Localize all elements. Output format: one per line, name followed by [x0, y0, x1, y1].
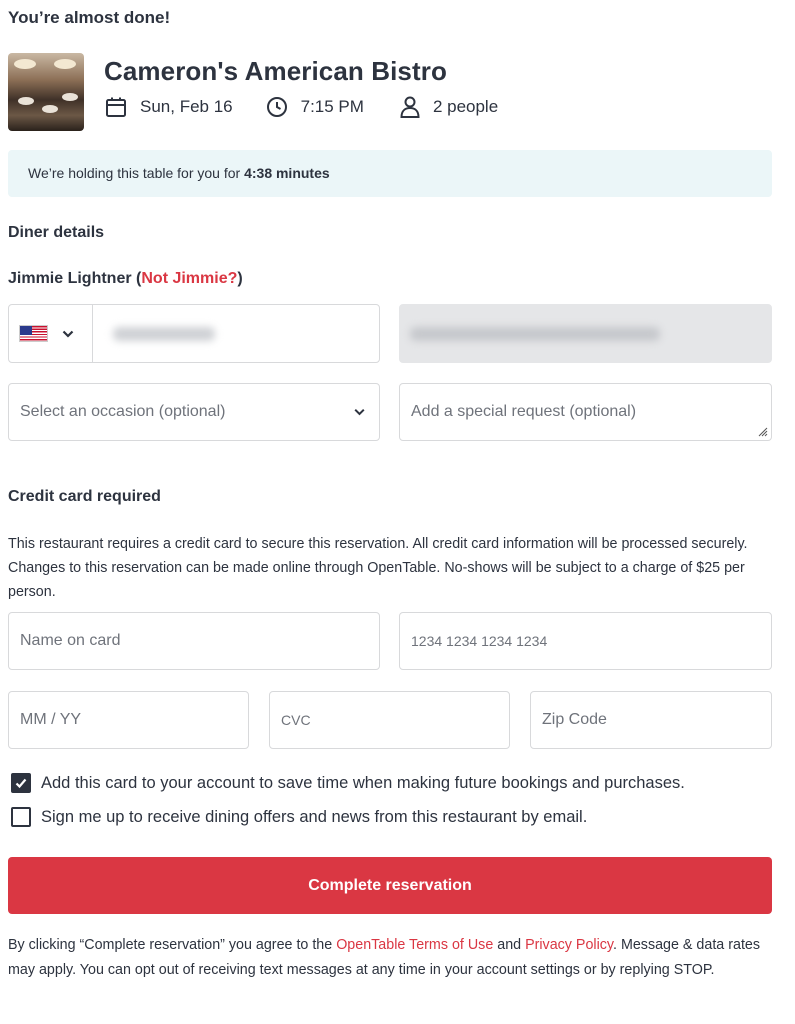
occasion-placeholder: Select an occasion (optional) — [20, 403, 226, 420]
phone-country-select[interactable] — [9, 305, 93, 362]
email-value-redacted — [410, 327, 660, 341]
person-icon — [400, 96, 420, 118]
photo-detail — [62, 93, 78, 101]
hold-timer-banner: We’re holding this table for you for 4:3… — [8, 150, 772, 197]
us-flag-icon — [19, 325, 48, 342]
party-size-text: 2 people — [432, 97, 499, 116]
diner-details-title: Diner details — [8, 224, 105, 241]
photo-detail — [14, 59, 36, 69]
clock-icon — [266, 97, 287, 117]
resize-grip-icon[interactable] — [758, 427, 768, 437]
legal-text: By clicking “Complete reservation” you a… — [8, 933, 783, 983]
phone-field[interactable] — [8, 304, 380, 363]
cvc-input[interactable]: CVC — [269, 691, 510, 749]
legal-part1: By clicking “Complete reservation” you a… — [8, 937, 337, 953]
offers-option[interactable]: Sign me up to receive dining offers and … — [11, 807, 587, 827]
complete-reservation-button[interactable]: Complete reservation — [8, 857, 772, 914]
email-field — [399, 304, 772, 363]
terms-of-use-link[interactable]: OpenTable Terms of Use — [336, 937, 493, 953]
not-you-link[interactable]: Not Jimmie? — [141, 270, 237, 287]
zip-code-input[interactable]: Zip Code — [530, 691, 772, 749]
restaurant-name: Cameron's American Bistro — [104, 56, 447, 86]
save-card-option[interactable]: Add this card to your account to save ti… — [11, 773, 685, 793]
hold-banner-text: We’re holding this table for you for — [28, 165, 245, 181]
photo-detail — [54, 59, 76, 69]
hold-countdown: 4:38 minutes — [244, 165, 330, 181]
save-card-label[interactable]: Add this card to your account to save ti… — [41, 774, 685, 793]
save-card-checkbox[interactable] — [11, 773, 31, 793]
reservation-date: Sun, Feb 16 — [104, 95, 233, 119]
photo-detail — [42, 105, 58, 113]
name-on-card-placeholder: Name on card — [20, 632, 121, 649]
phone-value-redacted — [113, 327, 215, 341]
chevron-down-icon — [354, 408, 365, 416]
restaurant-photo — [8, 53, 84, 131]
occasion-select[interactable]: Select an occasion (optional) — [8, 383, 380, 441]
cvc-placeholder: CVC — [281, 712, 311, 728]
card-number-placeholder: 1234 1234 1234 1234 — [411, 633, 548, 649]
diner-name-line: Jimmie Lightner (Not Jimmie?) — [8, 270, 243, 288]
diner-name: Jimmie Lightner — [8, 270, 132, 287]
calendar-icon — [106, 97, 126, 117]
reservation-party: 2 people — [399, 95, 498, 119]
card-number-input[interactable]: 1234 1234 1234 1234 — [399, 612, 772, 670]
photo-detail — [18, 97, 34, 105]
credit-card-title: Credit card required — [8, 488, 161, 505]
name-on-card-input[interactable]: Name on card — [8, 612, 380, 670]
checkmark-icon — [15, 778, 27, 789]
zip-code-placeholder: Zip Code — [542, 711, 607, 728]
expiry-input[interactable]: MM / YY — [8, 691, 249, 749]
privacy-policy-link[interactable]: Privacy Policy — [525, 937, 613, 953]
time-text: 7:15 PM — [300, 97, 364, 116]
offers-checkbox[interactable] — [11, 807, 31, 827]
date-text: Sun, Feb 16 — [140, 97, 233, 116]
offers-label[interactable]: Sign me up to receive dining offers and … — [41, 808, 587, 827]
paren-open: ( — [131, 270, 142, 287]
legal-and: and — [493, 937, 526, 953]
paren-close: ) — [237, 270, 243, 287]
reservation-time: 7:15 PM — [265, 95, 364, 119]
page-heading: You’re almost done! — [8, 8, 171, 27]
special-request-placeholder: Add a special request (optional) — [411, 403, 637, 420]
special-request-textarea[interactable]: Add a special request (optional) — [399, 383, 772, 441]
chevron-down-icon — [62, 330, 74, 338]
expiry-placeholder: MM / YY — [20, 711, 82, 728]
reservation-meta: Sun, Feb 16 7:15 PM 2 people — [104, 94, 498, 120]
credit-card-description: This restaurant requires a credit card t… — [8, 536, 748, 600]
